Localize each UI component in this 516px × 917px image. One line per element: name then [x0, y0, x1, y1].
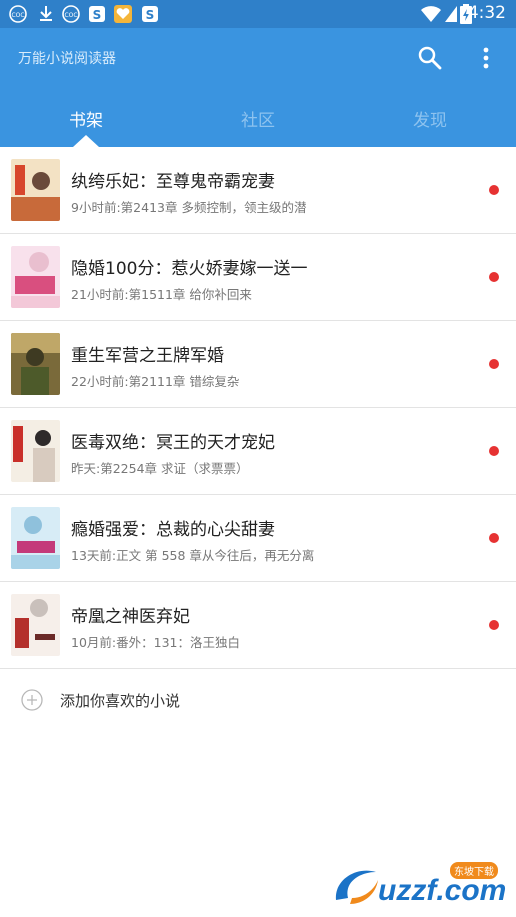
book-row[interactable]: 纨绔乐妃：至尊鬼帝霸宠妻 9小时前:第2413章 多频控制，领主级的潜 — [0, 147, 516, 234]
search-icon[interactable] — [416, 44, 444, 72]
unread-dot — [489, 620, 499, 630]
overflow-menu-icon[interactable] — [474, 44, 498, 72]
book-cover — [11, 507, 60, 569]
book-title: 医毒双绝：冥王的天才宠妃 — [71, 433, 275, 453]
heart-icon — [114, 5, 132, 23]
book-latest-chapter: 13天前:正文 第 558 章从今往后，再无分离 — [71, 548, 315, 563]
signal-icon — [445, 6, 457, 22]
svg-text:COC: COC — [11, 12, 24, 19]
book-cover — [11, 420, 60, 482]
book-cover — [11, 246, 60, 308]
book-latest-chapter: 21小时前:第1511章 给你补回来 — [71, 287, 252, 302]
notify-s-icon: S — [142, 6, 158, 22]
app-title: 万能小说阅读器 — [18, 51, 116, 67]
unread-dot — [489, 272, 499, 282]
unread-dot — [489, 359, 499, 369]
book-title: 帝凰之神医弃妃 — [71, 607, 190, 627]
plus-circle-icon — [21, 689, 43, 711]
watermark-logo: uzzf.com 东坡下载 — [330, 850, 516, 917]
notify-s-icon: S — [89, 6, 105, 22]
book-title: 隐婚100分：惹火娇妻嫁一送一 — [71, 259, 308, 279]
unread-dot — [489, 533, 499, 543]
book-row[interactable]: 帝凰之神医弃妃 10月前:番外：131：洛王独白 — [0, 582, 516, 669]
watermark-badge: 东坡下载 — [450, 862, 498, 879]
book-title: 纨绔乐妃：至尊鬼帝霸宠妻 — [71, 172, 275, 192]
add-novel-label: 添加你喜欢的小说 — [60, 692, 181, 710]
book-row[interactable]: 医毒双绝：冥王的天才宠妃 昨天:第2254章 求证（求票票） — [0, 408, 516, 495]
tab-community[interactable]: 社区 — [172, 106, 344, 146]
add-novel-button[interactable]: 添加你喜欢的小说 — [0, 668, 516, 732]
book-title: 瘾婚强爱：总裁的心尖甜妻 — [71, 520, 275, 540]
notify-app-icon: COC — [9, 5, 27, 23]
book-cover — [11, 333, 60, 395]
svg-text:S: S — [93, 8, 102, 22]
svg-text:COC: COC — [64, 12, 77, 19]
download-icon — [40, 6, 52, 21]
watermark-text: uzzf.com — [378, 874, 507, 907]
book-latest-chapter: 10月前:番外：131：洛王独白 — [71, 635, 240, 650]
watermark-swirl-icon — [335, 870, 378, 904]
clock: 4:32 — [467, 3, 506, 23]
book-cover — [11, 594, 60, 656]
book-latest-chapter: 22小时前:第2111章 错综复杂 — [71, 374, 240, 389]
book-title: 重生军营之王牌军婚 — [71, 346, 224, 366]
unread-dot — [489, 446, 499, 456]
book-latest-chapter: 昨天:第2254章 求证（求票票） — [71, 461, 249, 476]
book-row[interactable]: 隐婚100分：惹火娇妻嫁一送一 21小时前:第1511章 给你补回来 — [0, 234, 516, 321]
wifi-icon — [421, 6, 441, 22]
tab-indicator — [73, 135, 99, 147]
unread-dot — [489, 185, 499, 195]
app-bar: 万能小说阅读器 书架 社区 发现 — [0, 28, 516, 147]
status-bar: COC COC S S 4:32 — [0, 0, 516, 28]
book-latest-chapter: 9小时前:第2413章 多频控制，领主级的潜 — [71, 200, 307, 215]
book-row[interactable]: 瘾婚强爱：总裁的心尖甜妻 13天前:正文 第 558 章从今往后，再无分离 — [0, 495, 516, 582]
book-row[interactable]: 重生军营之王牌军婚 22小时前:第2111章 错综复杂 — [0, 321, 516, 408]
notify-app-icon: COC — [62, 5, 80, 23]
tab-discover[interactable]: 发现 — [344, 106, 516, 146]
book-list: 纨绔乐妃：至尊鬼帝霸宠妻 9小时前:第2413章 多频控制，领主级的潜 隐婚10… — [0, 147, 516, 669]
book-cover — [11, 159, 60, 221]
svg-text:S: S — [146, 8, 155, 22]
